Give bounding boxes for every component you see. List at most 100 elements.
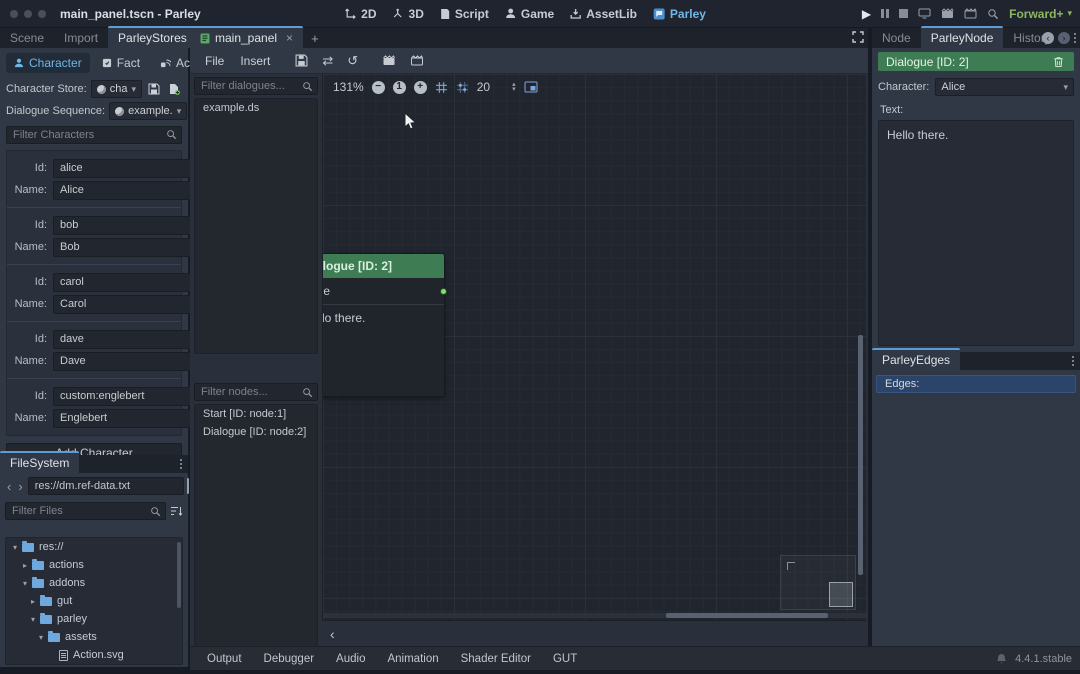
bottom-panel-tab[interactable]: Animation — [378, 651, 447, 667]
tab-filesystem[interactable]: FileSystem — [0, 451, 79, 473]
tree-row[interactable]: res:// — [6, 538, 182, 556]
bottom-panel-tab[interactable]: Audio — [327, 651, 374, 667]
tab-main-panel[interactable]: main_panel × — [190, 26, 303, 48]
movie-writer-icon[interactable] — [964, 8, 977, 19]
remote-debug-icon[interactable] — [918, 8, 931, 19]
tab-parleynode[interactable]: ParleyNode — [921, 26, 1004, 48]
expander-icon[interactable] — [28, 615, 38, 624]
tabs-scroll-right-icon[interactable]: › — [1058, 32, 1070, 44]
new-store-button[interactable] — [166, 83, 182, 95]
character-store-dropdown[interactable]: cha ▾ — [91, 80, 142, 98]
stop-button[interactable] — [899, 9, 908, 18]
tab-parleyedges[interactable]: ParleyEdges — [872, 348, 960, 370]
renderer-selector[interactable]: Forward+▾ — [1009, 7, 1072, 21]
dialogue-list-item[interactable]: example.ds — [195, 99, 317, 117]
expander-icon[interactable] — [20, 579, 30, 588]
delete-node-button[interactable] — [1050, 54, 1066, 70]
history-back-button[interactable]: ‹ — [5, 479, 13, 494]
menu-file[interactable]: File — [198, 52, 231, 70]
tab-fact-store[interactable]: Fact — [94, 53, 148, 73]
snap-distance-value[interactable]: 20 — [477, 80, 490, 94]
split-mode-icon[interactable] — [187, 478, 189, 494]
refresh-button[interactable]: ↺ — [341, 51, 364, 71]
tab-script[interactable]: Script — [440, 7, 489, 21]
tree-row[interactable]: ArrangeNodes.svg — [6, 664, 182, 665]
character-name-input[interactable] — [53, 352, 209, 371]
character-name-input[interactable] — [53, 295, 209, 314]
history-forward-button[interactable]: › — [16, 479, 24, 494]
tabs-scroll-left-icon[interactable]: ‹ — [1042, 32, 1054, 44]
sort-files-icon[interactable] — [170, 505, 183, 517]
zoom-in-button[interactable]: + — [414, 81, 427, 94]
expander-icon[interactable] — [28, 597, 38, 606]
dialogue-sequence-dropdown[interactable]: example. ▾ — [109, 102, 187, 120]
filter-characters-input[interactable] — [6, 126, 182, 144]
tree-row[interactable]: assets — [6, 628, 182, 646]
character-name-input[interactable] — [53, 238, 209, 257]
save-store-button[interactable] — [146, 83, 162, 95]
bottom-panel-tab[interactable]: GUT — [544, 651, 586, 667]
tree-row[interactable]: actions — [6, 556, 182, 574]
window-controls[interactable] — [10, 10, 46, 18]
tab-character-store[interactable]: Character — [6, 53, 90, 73]
character-id-input[interactable] — [53, 216, 209, 235]
filter-files-input[interactable] — [5, 502, 166, 520]
bottom-panel-tab[interactable]: Shader Editor — [452, 651, 540, 667]
current-path-input[interactable] — [28, 477, 184, 495]
graph-node-dialogue[interactable]: Dialogue [ID: 2] Alice Hello there. — [322, 253, 445, 397]
tree-row[interactable]: gut — [6, 592, 182, 610]
tab-scene[interactable]: Scene — [0, 26, 54, 48]
graph-minimap[interactable] — [780, 555, 856, 610]
movie-maker-icon[interactable] — [941, 8, 954, 19]
zoom-reset-button[interactable]: 1 — [393, 81, 406, 94]
character-name-input[interactable] — [53, 181, 209, 200]
tab-import[interactable]: Import — [54, 26, 108, 48]
character-id-input[interactable] — [53, 273, 209, 292]
tab-node[interactable]: Node — [872, 26, 921, 48]
filter-dialogues-input[interactable] — [194, 77, 318, 95]
dock-menu-icon[interactable] — [1066, 352, 1080, 370]
character-dropdown[interactable]: Alice ▾ — [935, 78, 1074, 96]
output-port-icon[interactable] — [440, 288, 447, 295]
toggle-minimap-icon[interactable] — [524, 81, 538, 93]
bottom-panel-tab[interactable]: Debugger — [255, 651, 324, 667]
new-tab-button[interactable]: + — [303, 29, 327, 48]
character-id-input[interactable] — [53, 159, 209, 178]
character-id-input[interactable] — [53, 387, 209, 406]
play-button[interactable]: ▶ — [862, 7, 871, 21]
test-dialogue-icon[interactable] — [376, 53, 402, 68]
dock-menu-icon[interactable] — [1074, 33, 1076, 43]
dialogue-text-area[interactable]: Hello there. — [878, 120, 1074, 346]
node-list-item[interactable]: Dialogue [ID: node:2] — [195, 423, 317, 441]
tab-2d[interactable]: 2D — [345, 7, 376, 21]
tab-parley[interactable]: Parley — [653, 7, 706, 21]
save-button[interactable] — [289, 52, 314, 69]
tab-game[interactable]: Game — [505, 7, 554, 21]
expander-icon[interactable] — [10, 543, 20, 552]
tree-row[interactable]: Action.svg — [6, 646, 182, 664]
test-dialogue-from-start-icon[interactable] — [404, 53, 430, 68]
expander-icon[interactable] — [36, 633, 46, 642]
edges-header-row[interactable]: Edges: — [876, 375, 1076, 393]
tree-row[interactable]: addons — [6, 574, 182, 592]
graph-node-header[interactable]: Dialogue [ID: 2] — [322, 254, 444, 278]
tab-parleystores[interactable]: ParleyStores — [108, 26, 197, 48]
collapse-side-panel-icon[interactable]: ‹ — [322, 626, 343, 642]
arrange-nodes-button[interactable]: ⇄ — [316, 51, 339, 71]
editor-settings-search-icon[interactable] — [987, 8, 999, 20]
dock-menu-icon[interactable] — [174, 455, 188, 473]
tab-3d[interactable]: 3D — [393, 7, 424, 21]
pause-button[interactable] — [881, 9, 889, 18]
notification-bell-icon[interactable] — [996, 653, 1007, 665]
tab-assetlib[interactable]: AssetLib — [570, 7, 637, 21]
close-tab-icon[interactable]: × — [286, 31, 293, 45]
filter-nodes-input[interactable] — [194, 383, 318, 401]
toggle-snap-icon[interactable] — [456, 81, 469, 94]
graph-horizontal-scrollbar[interactable] — [666, 613, 828, 618]
bottom-panel-tab[interactable]: Output — [198, 651, 251, 667]
menu-insert[interactable]: Insert — [233, 52, 277, 70]
expand-bottom-panel-icon[interactable] — [852, 31, 864, 43]
toggle-grid-icon[interactable] — [435, 81, 448, 94]
graph-vertical-scrollbar[interactable] — [858, 335, 863, 575]
tree-row[interactable]: parley — [6, 610, 182, 628]
